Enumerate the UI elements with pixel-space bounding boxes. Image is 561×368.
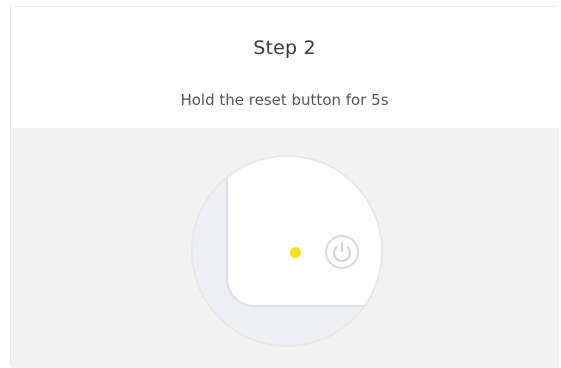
- step-title: Step 2: [253, 37, 316, 59]
- instruction-card: Step 2 Hold the reset button for 5s: [10, 6, 559, 368]
- step-instruction: Hold the reset button for 5s: [180, 91, 389, 109]
- device-illustration-circle: [191, 155, 383, 347]
- router-corner-illustration: [226, 157, 381, 307]
- status-led: [290, 247, 301, 258]
- power-icon: [325, 235, 359, 269]
- reset-button-illustration: [324, 234, 360, 270]
- illustration-panel: [11, 128, 559, 368]
